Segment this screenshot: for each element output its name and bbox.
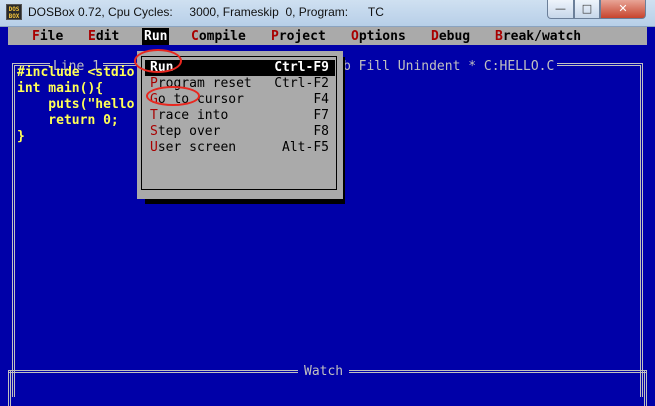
- watch-title: Watch: [298, 364, 350, 379]
- menu-compile[interactable]: Compile: [191, 28, 246, 45]
- run-menu-item-run[interactable]: Run Ctrl-F9: [145, 60, 335, 76]
- run-menu-item-go-to-cursor[interactable]: Go to cursor F4: [150, 92, 335, 108]
- menu-debug[interactable]: Debug: [431, 28, 470, 45]
- code-line[interactable]: return 0;: [17, 113, 118, 128]
- code-line[interactable]: puts("hello: [17, 97, 134, 112]
- run-menu-item-program-reset[interactable]: Program reset Ctrl-F2: [150, 76, 335, 92]
- code-line[interactable]: #include <stdio: [17, 65, 134, 80]
- dosbox-app-icon: DOS BOX: [6, 4, 22, 20]
- window-titlebar[interactable]: DOS BOX DOSBox 0.72, Cpu Cycles: 3000, F…: [0, 0, 655, 27]
- run-menu-item-user-screen[interactable]: User screen Alt-F5: [150, 140, 335, 156]
- editor-mode-and-filename: b Fill Unindent * C:HELLO.C: [343, 59, 558, 74]
- code-line[interactable]: }: [17, 129, 25, 144]
- menu-run[interactable]: Run: [142, 28, 170, 45]
- menu-break-watch[interactable]: Break/watch: [495, 28, 581, 45]
- minimize-button[interactable]: —: [547, 0, 574, 19]
- run-menu-item-step-over[interactable]: Step over F8: [150, 124, 335, 140]
- window-title: DOSBox 0.72, Cpu Cycles: 3000, Frameskip…: [28, 5, 384, 19]
- maximize-button[interactable]: □: [574, 0, 600, 19]
- menu-options[interactable]: Options: [351, 28, 406, 45]
- run-menu-item-trace-into[interactable]: Trace into F7: [150, 108, 335, 124]
- menu-bar: File Edit Run Compile Project Options De…: [8, 27, 647, 45]
- dos-screen: File Edit Run Compile Project Options De…: [0, 27, 655, 406]
- close-button[interactable]: ✕: [600, 0, 646, 19]
- code-line[interactable]: int main(){: [17, 81, 103, 96]
- menu-edit[interactable]: Edit: [88, 28, 119, 45]
- menu-project[interactable]: Project: [271, 28, 326, 45]
- run-menu: Run Ctrl-F9 Program reset Ctrl-F2 Go to cu…: [137, 51, 343, 199]
- menu-file[interactable]: File: [32, 28, 63, 45]
